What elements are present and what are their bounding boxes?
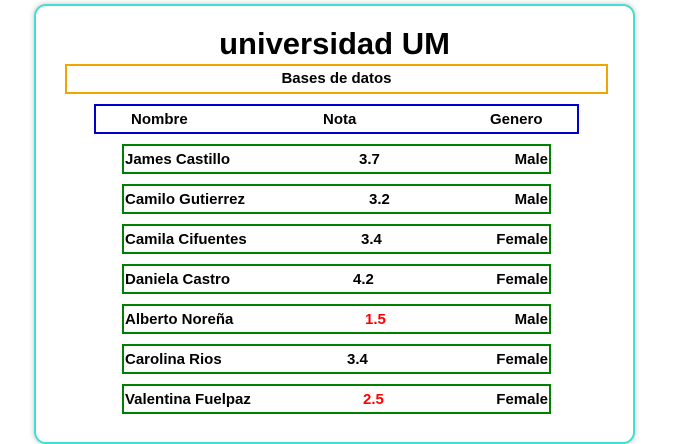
student-name: Carolina Rios bbox=[125, 351, 222, 368]
student-name: Daniela Castro bbox=[125, 271, 231, 288]
student-grade: 3.4 bbox=[361, 231, 382, 248]
student-grade: 3.7 bbox=[359, 151, 380, 168]
student-name: Alberto Noreña bbox=[125, 311, 234, 328]
student-name: Camila Cifuentes bbox=[125, 231, 247, 248]
student-name: Camilo Gutierrez bbox=[125, 191, 246, 208]
page-title: universidad UM bbox=[219, 26, 450, 61]
column-header-grade: Nota bbox=[323, 111, 357, 128]
student-row: Valentina Fuelpaz 2.5 Female bbox=[122, 384, 551, 414]
student-row: Camilo Gutierrez 3.2 Male bbox=[122, 184, 551, 214]
student-grade: 3.2 bbox=[369, 191, 390, 208]
column-header-name: Nombre bbox=[131, 111, 188, 128]
student-row: Carolina Rios 3.4 Female bbox=[122, 344, 551, 374]
student-grade: 2.5 bbox=[363, 391, 384, 408]
student-grade: 1.5 bbox=[365, 311, 386, 328]
section-subtitle: Bases de datos bbox=[65, 64, 608, 94]
student-grade: 4.2 bbox=[353, 271, 374, 288]
student-gender: Male bbox=[514, 311, 548, 328]
student-name: James Castillo bbox=[125, 151, 231, 168]
student-gender: Female bbox=[496, 231, 548, 248]
student-name: Valentina Fuelpaz bbox=[125, 391, 251, 408]
student-grade: 3.4 bbox=[347, 351, 368, 368]
student-row: James Castillo 3.7 Male bbox=[122, 144, 551, 174]
student-row: Daniela Castro 4.2 Female bbox=[122, 264, 551, 294]
student-gender: Female bbox=[496, 351, 548, 368]
student-row: Camila Cifuentes 3.4 Female bbox=[122, 224, 551, 254]
student-row: Alberto Noreña 1.5 Male bbox=[122, 304, 551, 334]
student-gender: Female bbox=[496, 391, 548, 408]
student-gender: Male bbox=[514, 151, 548, 168]
column-header-gender: Genero bbox=[490, 111, 543, 128]
table-header: Nombre Nota Genero bbox=[94, 104, 579, 134]
student-gender: Male bbox=[514, 191, 548, 208]
student-gender: Female bbox=[496, 271, 548, 288]
